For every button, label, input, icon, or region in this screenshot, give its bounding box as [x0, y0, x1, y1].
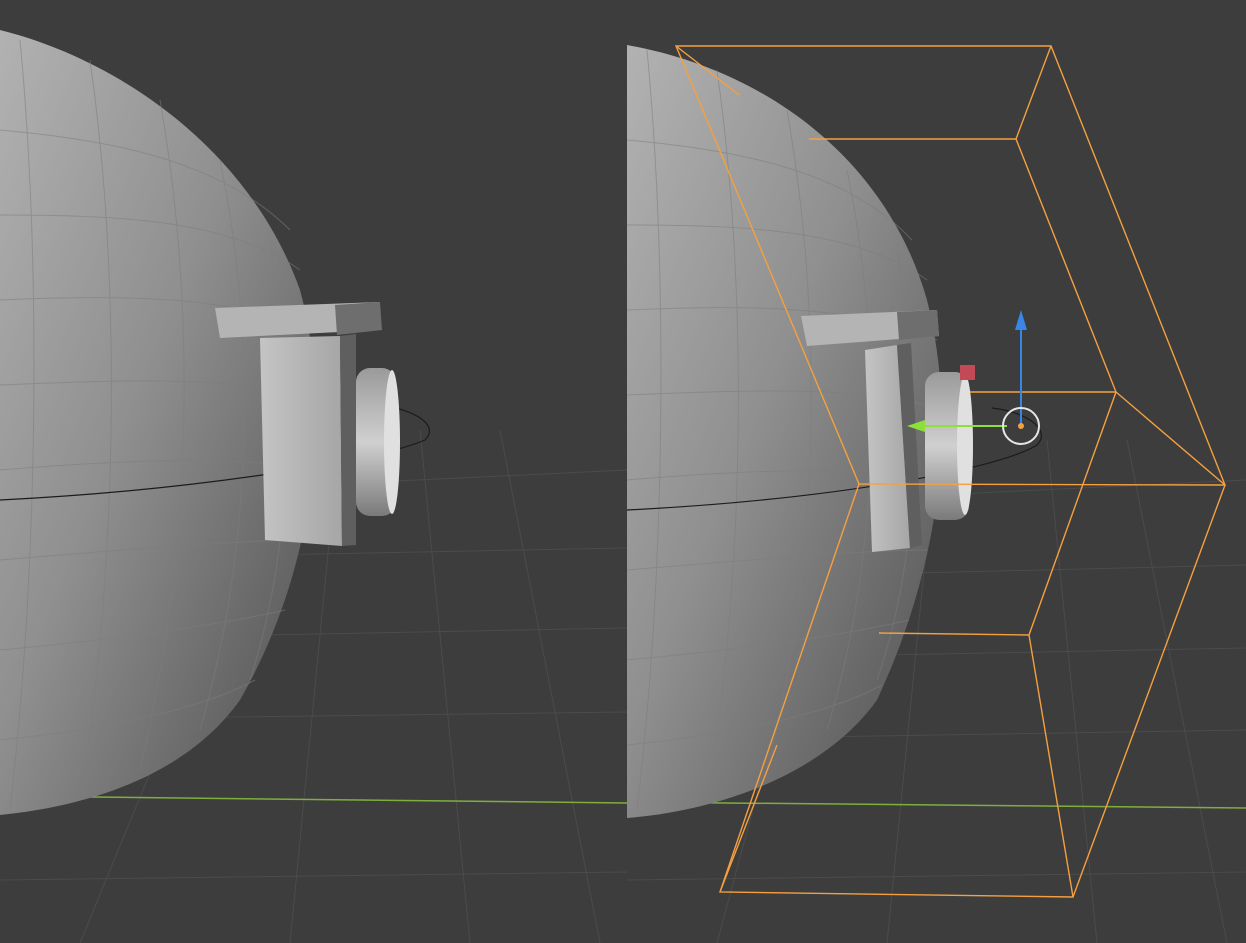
viewport-left[interactable] — [0, 0, 627, 943]
bracket-body[interactable] — [260, 336, 342, 546]
viewport-right[interactable] — [627, 0, 1246, 943]
bracket-top-side — [335, 302, 382, 335]
knob-face — [957, 375, 973, 515]
knob-face — [384, 370, 400, 514]
viewport-left-canvas[interactable] — [0, 0, 627, 943]
bracket-top-side — [897, 310, 939, 340]
viewport-container — [0, 0, 1246, 943]
viewport-right-canvas[interactable] — [627, 0, 1246, 943]
object-origin-icon — [1018, 423, 1024, 429]
x-axis-handle-icon[interactable] — [960, 365, 975, 380]
bracket-body-side — [340, 334, 356, 546]
